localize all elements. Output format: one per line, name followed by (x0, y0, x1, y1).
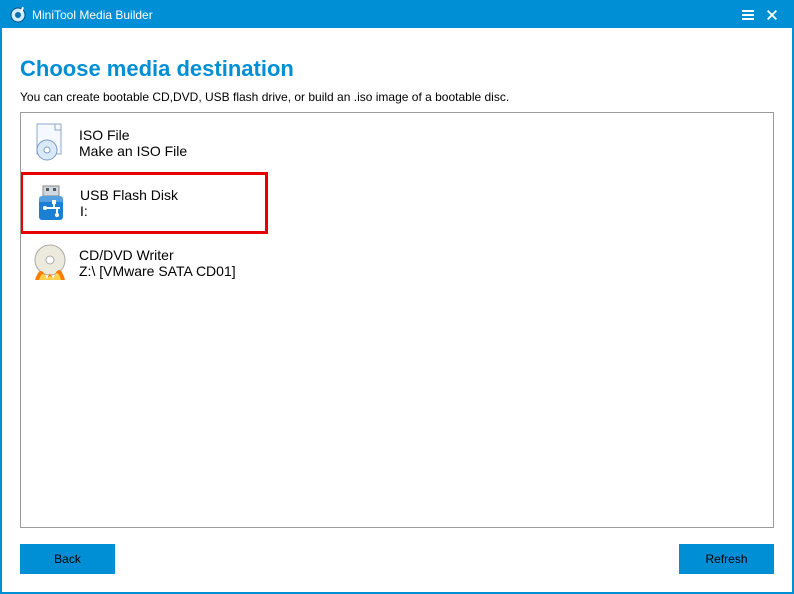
refresh-button[interactable]: Refresh (679, 544, 774, 574)
back-button[interactable]: Back (20, 544, 115, 574)
option-subtitle: I: (80, 203, 178, 219)
option-subtitle: Z:\ [VMware SATA CD01] (79, 263, 236, 279)
menu-button[interactable] (736, 3, 760, 27)
app-icon (10, 7, 26, 23)
destination-list: ISO File Make an ISO File (20, 112, 774, 528)
option-usb-flash-disk[interactable]: USB Flash Disk I: (21, 173, 267, 233)
titlebar: MiniTool Media Builder (2, 2, 792, 28)
option-title: USB Flash Disk (80, 187, 178, 203)
cd-writer-icon (29, 242, 71, 284)
usb-disk-icon (30, 182, 72, 224)
option-subtitle: Make an ISO File (79, 143, 187, 159)
option-iso-file[interactable]: ISO File Make an ISO File (21, 113, 773, 173)
button-row: Back Refresh (20, 528, 774, 578)
page-heading: Choose media destination (20, 56, 774, 82)
option-cd-dvd-writer[interactable]: CD/DVD Writer Z:\ [VMware SATA CD01] (21, 233, 773, 293)
hamburger-icon (740, 7, 756, 23)
option-title: ISO File (79, 127, 187, 143)
close-icon (765, 8, 779, 22)
option-title: CD/DVD Writer (79, 247, 236, 263)
page-subtext: You can create bootable CD,DVD, USB flas… (20, 90, 774, 104)
app-title: MiniTool Media Builder (32, 8, 736, 22)
content-area: Choose media destination You can create … (2, 28, 792, 592)
close-button[interactable] (760, 3, 784, 27)
iso-file-icon (29, 122, 71, 164)
